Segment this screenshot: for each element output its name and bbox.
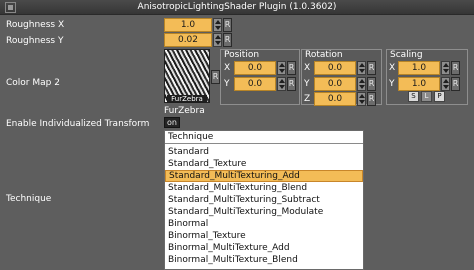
technique-listbox[interactable]: Technique Standard Standard_Texture Stan… — [164, 130, 364, 270]
list-item[interactable]: Standard_MultiTexturing_Subtract — [165, 194, 363, 206]
roughness-x-field[interactable]: 1.0 — [164, 18, 212, 32]
roughness-x-label: Roughness X — [6, 20, 65, 30]
position-x-spinner[interactable] — [277, 61, 286, 75]
scaling-y-field[interactable]: 1.0 — [398, 77, 440, 91]
roughness-y-reset-button[interactable]: R — [223, 33, 232, 47]
texture-name: FurZebra — [167, 95, 207, 103]
position-y-field[interactable]: 0.0 — [234, 77, 276, 91]
rotation-z-label: Z — [304, 94, 311, 104]
scaling-p-button[interactable]: P — [434, 91, 445, 102]
texture-caption: FurZebra — [164, 106, 205, 116]
title-bar: AnisotropicLightingShader Plugin (1.0.36… — [0, 0, 474, 15]
position-y-label: Y — [224, 79, 230, 89]
roughness-y-label: Roughness Y — [6, 36, 64, 46]
scaling-y-spinner[interactable] — [441, 77, 450, 91]
list-item[interactable]: Standard_MultiTexturing_Blend — [165, 182, 363, 194]
roughness-y-field[interactable]: 0.02 — [164, 33, 212, 47]
color-map-label: Color Map 2 — [6, 78, 60, 88]
scaling-x-label: X — [389, 63, 396, 73]
rotation-x-spinner[interactable] — [357, 61, 366, 75]
list-item-selected[interactable]: Standard_MultiTexturing_Add — [165, 170, 363, 182]
scaling-l-button[interactable]: L — [421, 91, 432, 102]
rotation-y-spinner[interactable] — [357, 77, 366, 91]
list-item[interactable]: Binormal_MultiTexture_Blend — [165, 254, 363, 266]
list-item[interactable]: Standard — [165, 146, 363, 158]
rotation-z-field[interactable]: 0.0 — [314, 92, 356, 106]
scaling-s-button[interactable]: S — [408, 91, 419, 102]
rotation-x-reset-button[interactable]: R — [367, 61, 376, 75]
scaling-title: Scaling — [390, 50, 423, 60]
rotation-z-reset-button[interactable]: R — [367, 92, 376, 106]
position-x-field[interactable]: 0.0 — [234, 61, 276, 75]
rotation-x-field[interactable]: 0.0 — [314, 61, 356, 75]
scaling-x-spinner[interactable] — [441, 61, 450, 75]
color-map-reset-button[interactable]: R — [211, 70, 220, 84]
window-title: AnisotropicLightingShader Plugin (1.0.36… — [137, 2, 337, 12]
list-item[interactable]: Standard_MultiTexturing_Modulate — [165, 206, 363, 218]
scaling-x-reset-button[interactable]: R — [451, 61, 460, 75]
rotation-y-field[interactable]: 0.0 — [314, 77, 356, 91]
position-y-spinner[interactable] — [277, 77, 286, 91]
roughness-y-spinner[interactable] — [213, 33, 222, 47]
scaling-y-label: Y — [389, 79, 395, 89]
rotation-x-label: X — [304, 63, 311, 73]
scaling-y-reset-button[interactable]: R — [451, 77, 460, 91]
list-item[interactable]: Binormal_MultiTexture_Add — [165, 242, 363, 254]
rotation-y-label: Y — [304, 79, 310, 89]
roughness-x-spinner[interactable] — [213, 18, 222, 32]
rotation-y-reset-button[interactable]: R — [367, 77, 376, 91]
position-title: Position — [224, 50, 260, 60]
list-item[interactable]: Standard_Texture — [165, 158, 363, 170]
roughness-x-reset-button[interactable]: R — [223, 18, 232, 32]
position-x-label: X — [224, 63, 231, 73]
scaling-x-field[interactable]: 1.0 — [398, 61, 440, 75]
individualized-transform-toggle[interactable]: on — [164, 117, 180, 128]
list-item[interactable]: Binormal_Texture — [165, 230, 363, 242]
technique-list-header[interactable]: Technique — [165, 131, 363, 144]
individualized-transform-label: Enable Individualized Transform — [6, 119, 150, 129]
technique-label: Technique — [6, 194, 52, 204]
rotation-title: Rotation — [305, 50, 343, 60]
list-item[interactable]: Binormal — [165, 218, 363, 230]
position-y-reset-button[interactable]: R — [287, 77, 296, 91]
rotation-z-spinner[interactable] — [357, 92, 366, 106]
position-x-reset-button[interactable]: R — [287, 61, 296, 75]
